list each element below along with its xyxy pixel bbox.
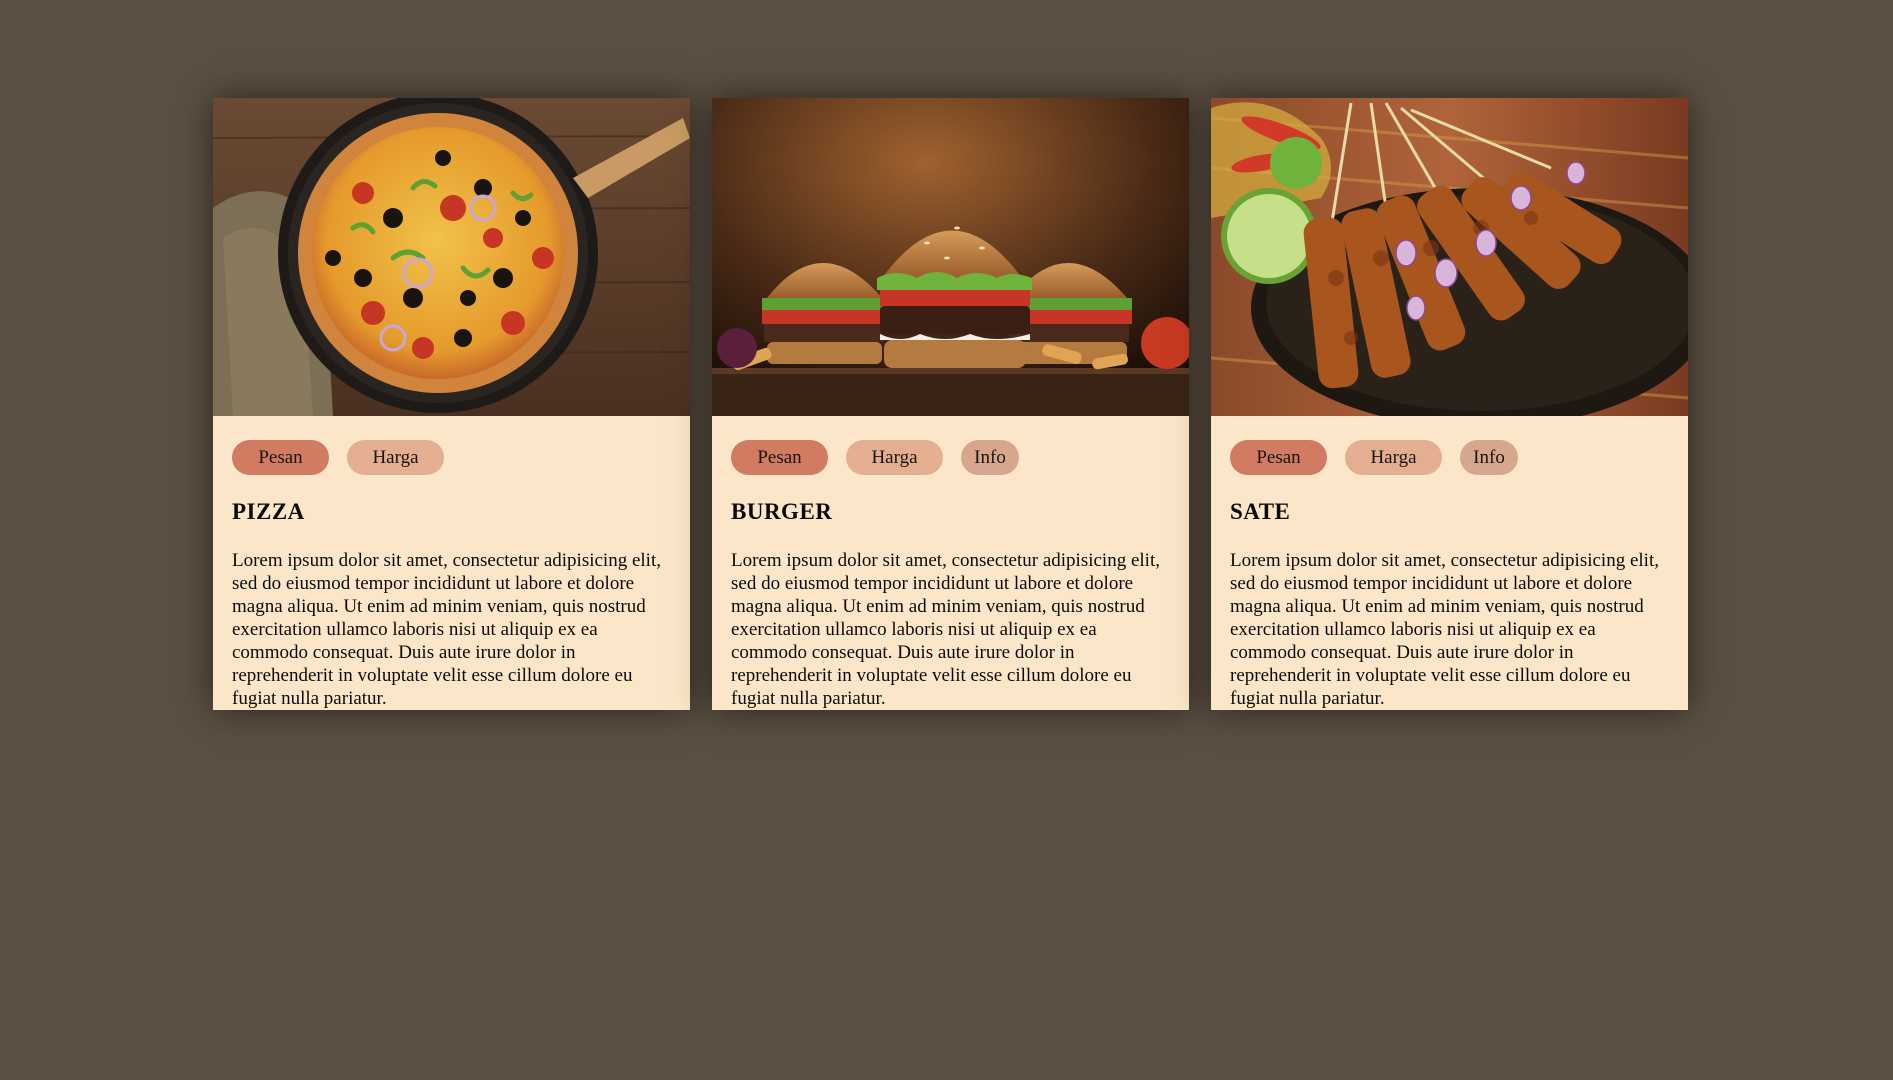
card-description: Lorem ipsum dolor sit amet, consectetur …	[731, 550, 1160, 709]
order-button[interactable]: Pesan	[731, 440, 828, 475]
card-body: Pesan Harga PIZZA Lorem ipsum dolor sit …	[213, 416, 690, 710]
card-title: SATE	[1230, 499, 1291, 524]
button-row: Pesan Harga Info	[1230, 440, 1669, 475]
card-title: PIZZA	[232, 499, 305, 524]
order-button[interactable]: Pesan	[1230, 440, 1327, 475]
burger-photo-icon	[712, 98, 1189, 416]
sate-image	[1211, 98, 1688, 416]
burger-image	[712, 98, 1189, 416]
price-button[interactable]: Harga	[1345, 440, 1442, 475]
food-card-burger: Pesan Harga Info BURGER Lorem ipsum dolo…	[712, 98, 1189, 710]
button-row: Pesan Harga Info	[731, 440, 1170, 475]
order-button[interactable]: Pesan	[232, 440, 329, 475]
food-card-pizza: Pesan Harga PIZZA Lorem ipsum dolor sit …	[213, 98, 690, 710]
info-button[interactable]: Info	[961, 440, 1019, 475]
price-button[interactable]: Harga	[347, 440, 444, 475]
info-button[interactable]: Info	[1460, 440, 1518, 475]
price-button[interactable]: Harga	[846, 440, 943, 475]
card-title: BURGER	[731, 499, 833, 524]
card-description: Lorem ipsum dolor sit amet, consectetur …	[1230, 550, 1659, 709]
card-grid: Pesan Harga PIZZA Lorem ipsum dolor sit …	[213, 98, 1688, 710]
card-description: Lorem ipsum dolor sit amet, consectetur …	[232, 550, 661, 709]
pizza-image	[213, 98, 690, 416]
button-row: Pesan Harga	[232, 440, 671, 475]
pizza-photo-icon	[213, 98, 690, 416]
card-body: Pesan Harga Info BURGER Lorem ipsum dolo…	[712, 416, 1189, 710]
sate-photo-icon	[1211, 98, 1688, 416]
card-body: Pesan Harga Info SATE Lorem ipsum dolor …	[1211, 416, 1688, 710]
food-card-sate: Pesan Harga Info SATE Lorem ipsum dolor …	[1211, 98, 1688, 710]
